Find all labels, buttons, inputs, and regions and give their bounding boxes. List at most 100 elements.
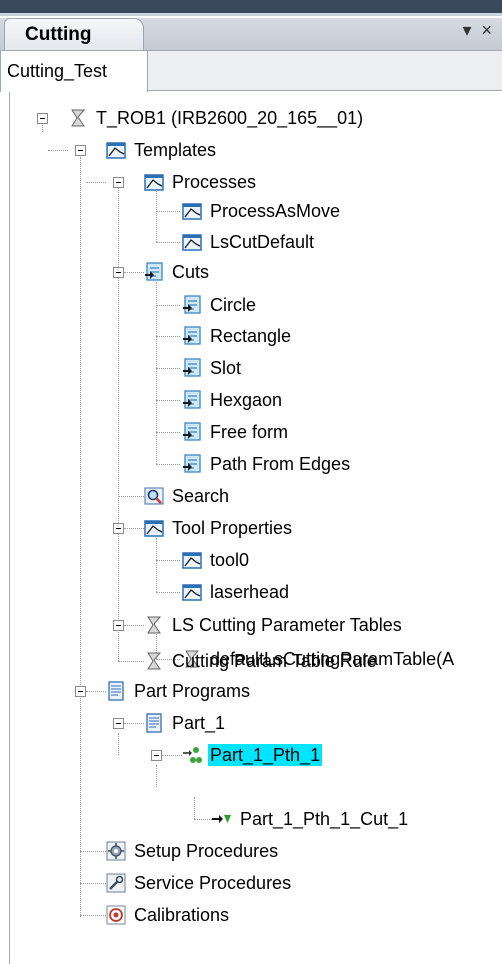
tree-line [118, 661, 144, 662]
tree-line [156, 211, 180, 212]
tree-node-cut-item[interactable]: Circle [182, 290, 258, 320]
tree-node-processes[interactable]: Processes [144, 167, 258, 197]
document-icon [106, 681, 126, 701]
tree-node-label: Search [172, 486, 230, 506]
tree-node-part-programs[interactable]: Part Programs [106, 676, 252, 706]
template-folder-icon [144, 518, 164, 538]
collapse-icon[interactable] [75, 686, 86, 697]
tree-node-search[interactable]: Search [144, 481, 231, 511]
tree-node-label: Tool Properties [172, 518, 293, 538]
tree-node-robot[interactable]: T_ROB1 (IRB2600_20_165__01) [68, 103, 365, 133]
robot-icon [68, 108, 88, 128]
tree-line [124, 528, 144, 529]
cut-template-icon [182, 390, 202, 410]
tree-line [156, 765, 157, 787]
tree-node-label: Setup Procedures [134, 841, 279, 861]
tree-node-label: Templates [134, 140, 217, 160]
tree-node-tool-item[interactable]: tool0 [182, 545, 251, 575]
tree-line [124, 625, 144, 626]
tree-line [118, 188, 119, 661]
tree-line [86, 691, 106, 692]
tree-node-label: Cuts [172, 262, 210, 282]
tree-node-calibrations[interactable]: Calibrations [106, 900, 231, 930]
tree-node-process-item[interactable]: LsCutDefault [182, 227, 316, 257]
tree-node-label: ProcessAsMove [210, 201, 341, 221]
tree-line [124, 723, 144, 724]
tree-node-cutting-param-rule[interactable]: Cutting Param Table Rule [144, 646, 379, 676]
path-icon [182, 745, 202, 765]
tree-node-cut-item[interactable]: Slot [182, 353, 243, 383]
cut-template-icon [182, 422, 202, 442]
cut-template-icon [182, 358, 202, 378]
tree-node-cuts[interactable]: Cuts [144, 257, 211, 287]
tree-line [156, 242, 180, 243]
tree-line [118, 496, 144, 497]
tree-node-label: Rectangle [210, 326, 292, 346]
collapse-icon[interactable] [113, 523, 124, 534]
collapse-icon[interactable] [113, 177, 124, 188]
tree-node-cut-item[interactable]: Path From Edges [182, 449, 352, 479]
tree-node-tool-properties[interactable]: Tool Properties [144, 513, 294, 543]
tree-line [80, 851, 106, 852]
tree-line [194, 797, 195, 819]
tree-node-templates[interactable]: Templates [106, 135, 218, 165]
collapse-icon[interactable] [151, 750, 162, 761]
tree-node-label-selected: Part_1_Pth_1 [208, 744, 323, 766]
tree-node-part-1-cut[interactable]: Part_1_Pth_1_Cut_1 [212, 804, 410, 834]
tree-line [156, 400, 180, 401]
wrench-icon [106, 873, 126, 893]
tree-node-label: LS Cutting Parameter Tables [172, 615, 402, 635]
cut-template-icon [182, 326, 202, 346]
template-folder-icon [106, 140, 126, 160]
tool-template-icon [182, 550, 202, 570]
gear-icon [106, 841, 126, 861]
document-icon [144, 713, 164, 733]
tree-node-cut-item[interactable]: Rectangle [182, 321, 293, 351]
tree-node-label: Processes [172, 172, 257, 192]
cutting-tree: T_ROB1 (IRB2600_20_165__01) Templates Pr… [0, 0, 502, 964]
template-folder-icon [144, 172, 164, 192]
tree-line [194, 819, 212, 820]
collapse-icon[interactable] [113, 620, 124, 631]
tree-line [162, 755, 182, 756]
tree-node-label: Slot [210, 358, 242, 378]
cut-arrow-icon [212, 809, 232, 829]
tree-line [118, 733, 119, 755]
tree-line [156, 368, 180, 369]
tree-node-label: Service Procedures [134, 873, 292, 893]
tree-line [156, 592, 180, 593]
tree-line [80, 883, 106, 884]
tree-node-service-procedures[interactable]: Service Procedures [106, 868, 293, 898]
tool-template-icon [182, 582, 202, 602]
collapse-icon[interactable] [113, 718, 124, 729]
tree-line [86, 182, 106, 183]
tree-node-label: Part Programs [134, 681, 251, 701]
target-icon [106, 905, 126, 925]
tree-line [48, 150, 68, 151]
tree-node-label: Calibrations [134, 905, 230, 925]
tree-node-part-1-path[interactable]: Part_1_Pth_1 [182, 740, 323, 770]
tree-node-tool-item[interactable]: laserhead [182, 577, 291, 607]
tree-node-label: Circle [210, 295, 257, 315]
collapse-icon[interactable] [113, 267, 124, 278]
tree-line [156, 432, 180, 433]
tree-node-label: Free form [210, 422, 289, 442]
tree-line [80, 157, 81, 917]
collapse-icon[interactable] [37, 113, 48, 124]
tree-node-label: Hexgaon [210, 390, 283, 410]
search-icon [144, 486, 164, 506]
cut-folder-icon [144, 262, 164, 282]
tree-node-cut-item[interactable]: Hexgaon [182, 385, 284, 415]
tree-line [156, 336, 180, 337]
tree-node-label: LsCutDefault [210, 232, 315, 252]
collapse-icon[interactable] [75, 145, 86, 156]
tree-node-process-item[interactable]: ProcessAsMove [182, 196, 342, 226]
robot-icon [144, 651, 164, 671]
tree-node-part-1[interactable]: Part_1 [144, 708, 227, 738]
tree-node-setup-procedures[interactable]: Setup Procedures [106, 836, 280, 866]
tree-node-cut-item[interactable]: Free form [182, 417, 290, 447]
tree-line [156, 305, 180, 306]
tree-node-label: Path From Edges [210, 454, 351, 474]
tree-node-ls-param-tables[interactable]: LS Cutting Parameter Tables [144, 610, 404, 640]
tree-node-label: Part_1_Pth_1_Cut_1 [240, 809, 409, 829]
